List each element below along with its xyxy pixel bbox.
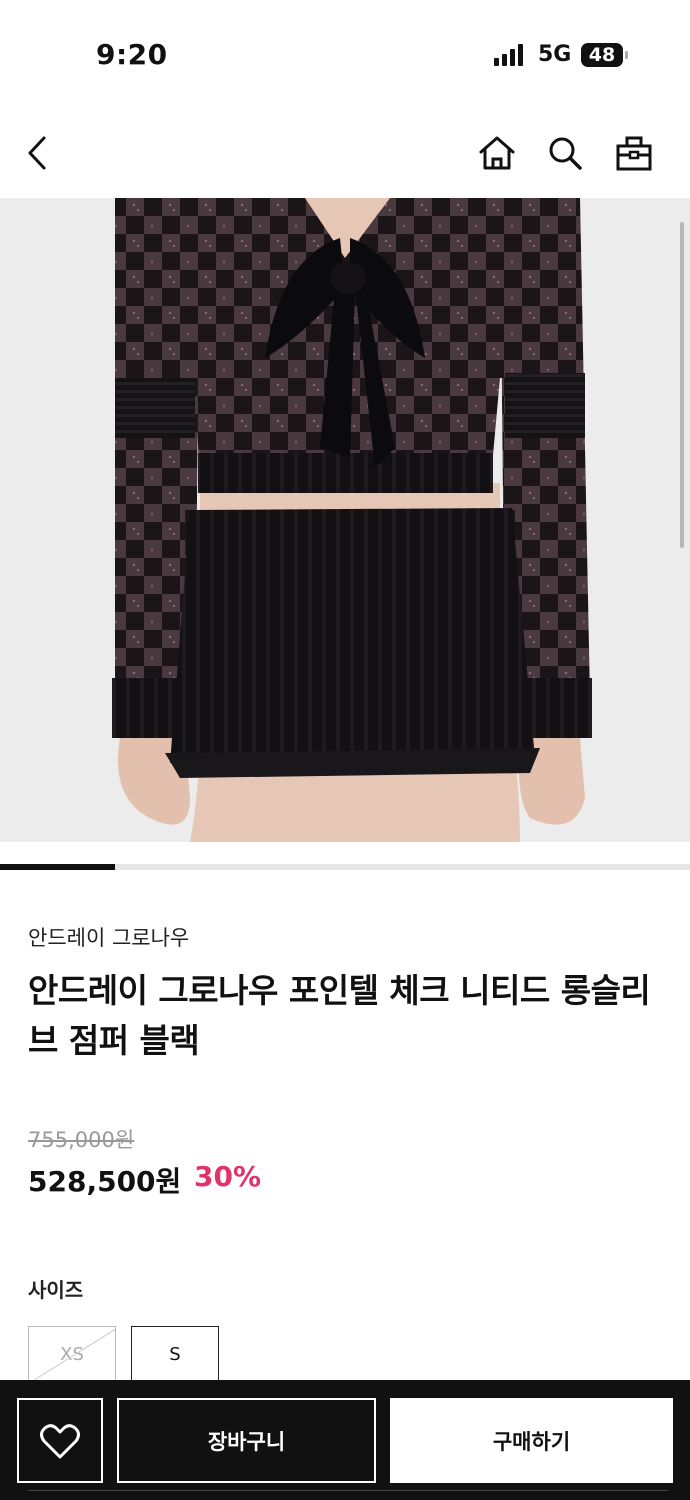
search-icon [549, 137, 582, 170]
image-pager-progress [0, 864, 115, 870]
size-option-label: S [169, 1343, 181, 1365]
chevron-left-icon [28, 136, 46, 170]
buy-now-button[interactable]: 구매하기 [390, 1398, 673, 1483]
cart-button[interactable] [609, 128, 659, 178]
original-price: 755,000원 [28, 1128, 135, 1152]
status-bar: 9:20 5G 48 [0, 0, 690, 100]
discount-rate: 30% [194, 1160, 262, 1193]
network-label: 5G [538, 42, 572, 67]
content-peek [28, 1490, 668, 1500]
size-option-xs[interactable]: XS [28, 1326, 116, 1382]
add-to-cart-button[interactable]: 장바구니 [117, 1398, 376, 1483]
battery-level: 48 [588, 44, 616, 66]
size-option-label: XS [60, 1343, 84, 1365]
product-photo [0, 198, 690, 842]
status-time: 9:20 [96, 38, 168, 71]
battery-icon: 48 [581, 43, 628, 67]
home-icon [479, 136, 515, 170]
signal-icon [494, 44, 524, 66]
page-scrollbar[interactable] [680, 222, 684, 548]
wishlist-button[interactable] [17, 1398, 103, 1483]
back-button[interactable] [14, 128, 64, 178]
bottom-action-bar: 장바구니 구매하기 [0, 1380, 690, 1500]
sale-price: 528,500원 [28, 1165, 182, 1198]
search-button[interactable] [540, 128, 590, 178]
top-nav [0, 118, 690, 188]
product-image[interactable] [0, 198, 690, 842]
product-title: 안드레이 그로나우 포인텔 체크 니티드 롱슬리브 점퍼 블랙 [28, 971, 651, 1060]
size-option-s[interactable]: S [131, 1326, 219, 1382]
heart-icon [40, 1423, 80, 1458]
size-label: 사이즈 [28, 1278, 84, 1302]
home-button[interactable] [472, 128, 522, 178]
shopping-bag-icon [616, 136, 652, 171]
image-pager [0, 864, 690, 870]
brand-name[interactable]: 안드레이 그로나우 [28, 922, 189, 952]
